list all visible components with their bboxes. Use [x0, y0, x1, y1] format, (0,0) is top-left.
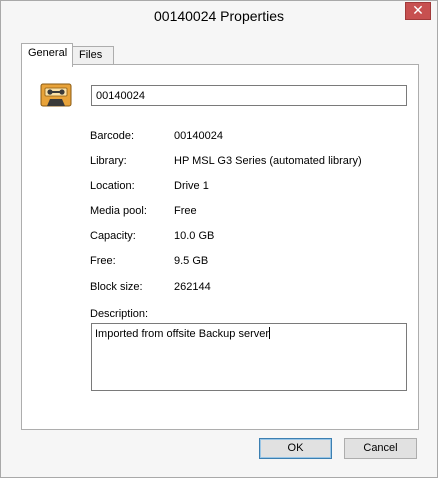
- description-textarea[interactable]: Imported from offsite Backup server: [91, 323, 407, 391]
- close-icon: ✕: [412, 3, 424, 19]
- field-row-block-size: Block size: 262144: [90, 281, 410, 295]
- barcode-label: Barcode:: [90, 130, 135, 142]
- capacity-label: Capacity:: [90, 230, 136, 242]
- tape-cartridge-icon: [40, 83, 72, 107]
- field-row-free: Free: 9.5 GB: [90, 255, 410, 269]
- close-button[interactable]: ✕: [405, 2, 431, 20]
- field-row-location: Location: Drive 1: [90, 180, 410, 194]
- description-label: Description:: [90, 308, 149, 320]
- field-row-capacity: Capacity: 10.0 GB: [90, 230, 410, 244]
- general-panel: Barcode: 00140024 Library: HP MSL G3 Ser…: [21, 64, 419, 430]
- description-text: Imported from offsite Backup server: [95, 328, 270, 340]
- tab-general[interactable]: General: [21, 43, 73, 67]
- window-title: 00140024 Properties: [154, 8, 284, 24]
- title-bar[interactable]: 00140024 Properties ✕: [1, 1, 437, 31]
- free-label: Free:: [90, 255, 116, 267]
- block-size-label: Block size:: [90, 281, 143, 293]
- location-value: Drive 1: [174, 180, 209, 192]
- location-label: Location:: [90, 180, 135, 192]
- block-size-value: 262144: [174, 281, 211, 293]
- field-row-barcode: Barcode: 00140024: [90, 130, 410, 144]
- cancel-button[interactable]: Cancel: [344, 438, 417, 459]
- text-caret: [269, 327, 271, 339]
- library-label: Library:: [90, 155, 127, 167]
- ok-button[interactable]: OK: [259, 438, 332, 459]
- capacity-value: 10.0 GB: [174, 230, 215, 242]
- properties-dialog: 00140024 Properties ✕ General Files Barc…: [0, 0, 438, 478]
- field-row-library: Library: HP MSL G3 Series (automated lib…: [90, 155, 410, 169]
- free-value: 9.5 GB: [174, 255, 209, 267]
- field-row-media-pool: Media pool: Free: [90, 205, 410, 219]
- tab-files[interactable]: Files: [72, 46, 114, 66]
- media-pool-value: Free: [174, 205, 197, 217]
- library-value: HP MSL G3 Series (automated library): [174, 155, 362, 167]
- media-pool-label: Media pool:: [90, 205, 147, 217]
- barcode-value: 00140024: [174, 130, 223, 142]
- media-name-input[interactable]: [91, 85, 407, 106]
